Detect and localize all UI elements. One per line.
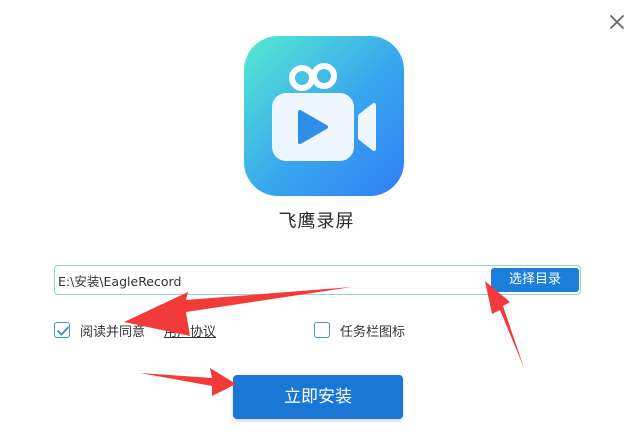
annotation-arrow-icon (140, 368, 236, 396)
video-camera-icon (272, 63, 376, 161)
taskbar-icon-label: 任务栏图标 (340, 325, 406, 340)
taskbar-icon-checkbox[interactable] (314, 322, 330, 338)
agree-checkbox[interactable] (54, 322, 70, 338)
install-path-input[interactable] (58, 270, 478, 290)
user-agreement-link[interactable]: 用户协议 (164, 321, 216, 340)
close-icon[interactable] (605, 10, 629, 34)
install-now-button[interactable]: 立即安装 (233, 375, 403, 419)
app-title: 飞鹰录屏 (278, 211, 355, 232)
check-icon (57, 326, 69, 336)
app-logo (244, 36, 404, 196)
agree-label: 阅读并同意 (80, 325, 146, 340)
installer-window: 飞鹰录屏 选择目录 阅读并同意 用户协议 任务栏图标 立即安装 (0, 0, 633, 442)
install-path-box: 选择目录 (54, 265, 581, 295)
browse-directory-button[interactable]: 选择目录 (491, 268, 579, 292)
